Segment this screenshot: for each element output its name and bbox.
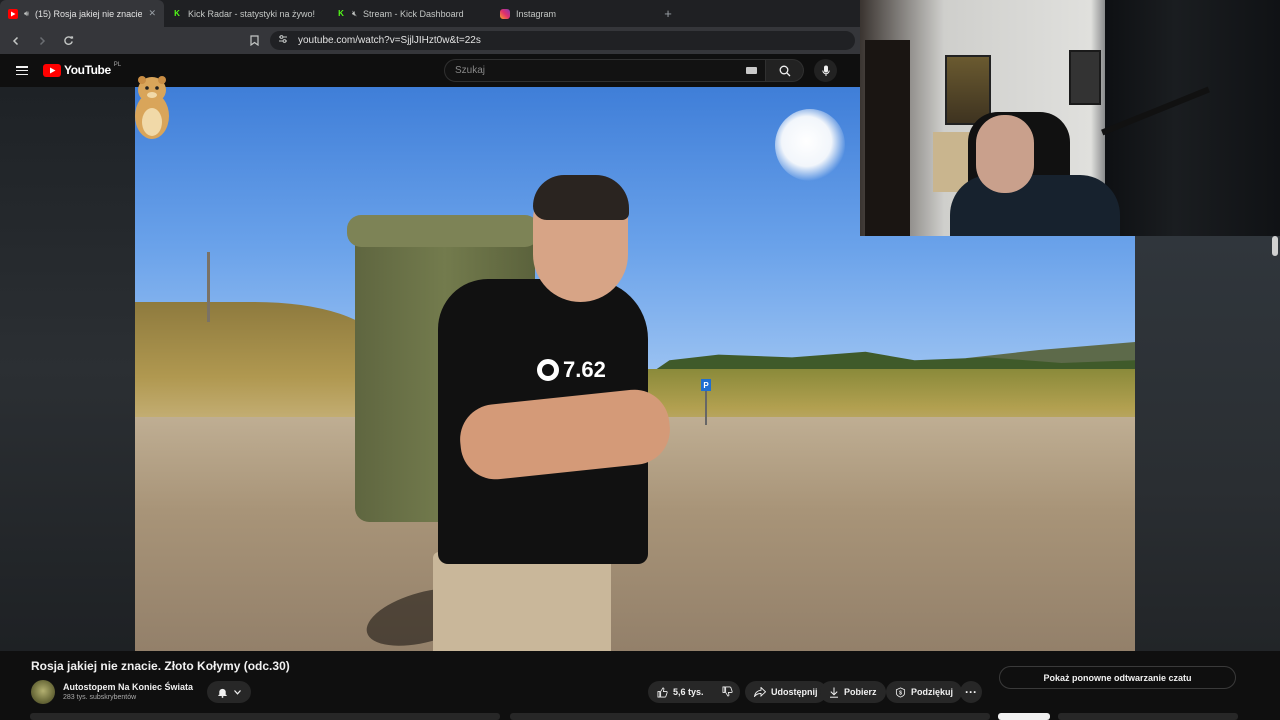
kick-favicon-icon: K xyxy=(338,9,344,18)
tab-youtube[interactable]: 🔊︎ (15) Rosja jakiej nie znacie. Zł ✕ xyxy=(0,0,164,27)
search-input[interactable]: Szukaj xyxy=(444,59,766,82)
video-hill-left xyxy=(135,302,375,427)
download-icon xyxy=(830,687,838,698)
instagram-favicon-icon xyxy=(500,8,510,19)
video-title: Rosja jakiej nie znacie. Złoto Kołymy (o… xyxy=(31,659,290,673)
like-dislike-group: 5,6 tys. xyxy=(648,681,740,703)
youtube-favicon-icon xyxy=(8,8,18,19)
site-settings-icon[interactable] xyxy=(278,34,288,47)
keyboard-icon[interactable] xyxy=(746,67,757,74)
thanks-button[interactable]: $ Podziękuj xyxy=(886,681,963,703)
thumbs-up-icon xyxy=(657,687,668,697)
ambient-background-left xyxy=(0,87,135,651)
share-label: Udostępnij xyxy=(771,687,818,697)
video-pole xyxy=(207,252,210,322)
comments-area[interactable] xyxy=(510,713,990,720)
url-text: youtube.com/watch?v=SjjlJIHzt0w&t=22s xyxy=(298,35,481,46)
parking-sign: P xyxy=(701,379,711,391)
browser-toolbar: youtube.com/watch?v=SjjlJIHzt0w&t=22s xyxy=(0,27,860,54)
screen: 🔊︎ (15) Rosja jakiej nie znacie. Zł ✕ K … xyxy=(0,0,1280,720)
search-icon xyxy=(779,65,790,76)
share-icon xyxy=(754,687,766,697)
browser-tab-strip: 🔊︎ (15) Rosja jakiej nie znacie. Zł ✕ K … xyxy=(0,0,860,27)
more-actions-icon[interactable]: ··· xyxy=(960,681,982,703)
share-button[interactable]: Udostępnij xyxy=(745,681,827,703)
like-count: 5,6 tys. xyxy=(673,687,704,697)
channel-avatar[interactable] xyxy=(31,680,55,704)
tab-title: (15) Rosja jakiej nie znacie. Zł xyxy=(35,8,143,19)
video-pants xyxy=(433,552,611,651)
thanks-label: Podziękuj xyxy=(911,687,954,697)
webcam-streamer xyxy=(950,175,1120,236)
dislike-button[interactable] xyxy=(722,686,733,699)
tab-title: Kick Radar - statystyki na żywo! xyxy=(188,8,316,19)
webcam-door xyxy=(865,40,910,236)
tab-title: Instagram xyxy=(516,8,557,19)
shirt-logo-text: 7.62 xyxy=(563,357,606,382)
parking-sign-pole xyxy=(705,391,707,425)
menu-icon[interactable] xyxy=(16,66,28,75)
like-button[interactable]: 5,6 tys. xyxy=(657,687,704,698)
hamster-sticker-icon xyxy=(135,76,169,139)
youtube-masthead: YouTube PL Szukaj xyxy=(0,54,860,87)
chevron-down-icon xyxy=(234,689,241,695)
search-button[interactable] xyxy=(766,59,804,82)
bookmark-icon[interactable] xyxy=(247,33,261,47)
download-label: Pobierz xyxy=(844,687,877,697)
video-person-hair xyxy=(533,175,629,220)
speaker-icon[interactable]: 🔊︎ xyxy=(24,9,29,19)
chip-filter-list[interactable] xyxy=(1058,713,1238,720)
address-bar[interactable]: youtube.com/watch?v=SjjlJIHzt0w&t=22s xyxy=(270,31,855,50)
target-icon xyxy=(537,359,559,381)
svg-text:$: $ xyxy=(899,690,902,696)
tab-title: Stream - Kick Dashboard xyxy=(363,8,464,19)
back-icon[interactable] xyxy=(6,31,26,51)
tab-instagram[interactable]: Instagram xyxy=(492,0,656,27)
kick-favicon-icon: K xyxy=(174,9,180,18)
thanks-heart-icon: $ xyxy=(895,686,906,698)
youtube-wordmark: YouTube xyxy=(64,63,111,77)
description-box[interactable] xyxy=(30,713,500,720)
forward-icon[interactable] xyxy=(32,31,52,51)
chip-filter-all[interactable] xyxy=(998,713,1050,720)
below-fold-content xyxy=(30,713,1240,720)
video-cloud xyxy=(775,109,845,181)
tab-kick-dashboard[interactable]: K 🔇︎ Stream - Kick Dashboard xyxy=(328,0,492,27)
country-code: PL xyxy=(113,62,122,68)
shirt-logo: 7.62 xyxy=(537,357,606,383)
tab-kick-radar[interactable]: K Kick Radar - statystyki na żywo! xyxy=(164,0,328,27)
show-chat-replay-button[interactable]: Pokaż ponowne odtwarzanie czatu xyxy=(999,666,1236,689)
webcam-overlay xyxy=(860,0,1280,236)
youtube-logo[interactable]: YouTube PL xyxy=(43,62,122,77)
search-placeholder: Szukaj xyxy=(455,65,486,76)
page-scrollbar[interactable] xyxy=(1272,236,1278,256)
channel-name[interactable]: Autostopem Na Koniec Świata xyxy=(63,682,193,692)
bell-icon xyxy=(218,688,227,698)
webcam-poster xyxy=(1069,50,1101,105)
voice-search-button[interactable] xyxy=(814,59,837,82)
new-tab-icon[interactable]: + xyxy=(656,0,680,27)
microphone-icon xyxy=(821,65,830,76)
notifications-button[interactable] xyxy=(207,681,251,703)
youtube-play-icon xyxy=(43,63,61,77)
video-bedroll xyxy=(347,215,539,247)
close-tab-icon[interactable]: ✕ xyxy=(148,8,156,19)
thumbs-down-icon xyxy=(722,686,733,696)
webcam-streamer-face xyxy=(976,115,1034,193)
download-button[interactable]: Pobierz xyxy=(820,681,886,703)
subscriber-count: 283 tys. subskrybentów xyxy=(63,694,137,701)
ambient-background-right xyxy=(1135,236,1280,651)
muted-speaker-icon[interactable]: 🔇︎ xyxy=(352,9,357,19)
reload-icon[interactable] xyxy=(58,31,78,51)
